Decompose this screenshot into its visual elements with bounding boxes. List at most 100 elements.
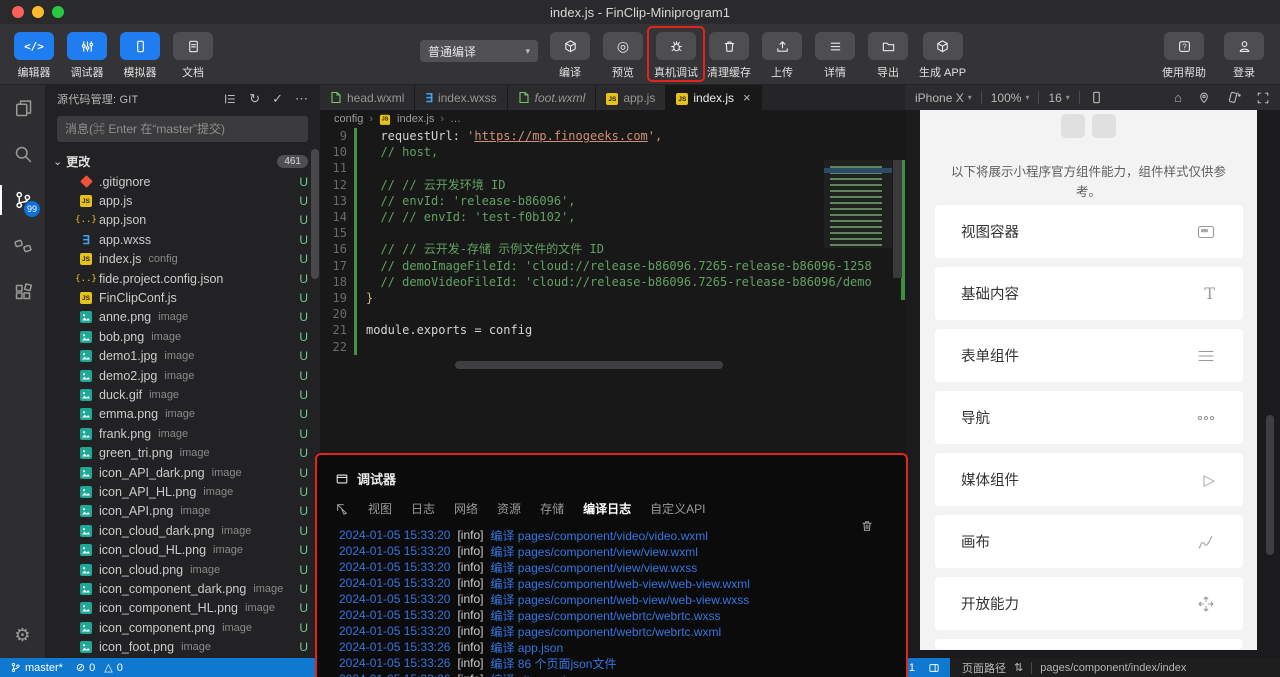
page-path-value[interactable]: pages/component/index/index — [1040, 662, 1186, 674]
toolbar-button-editor[interactable]: </> 编辑器 — [12, 32, 56, 80]
scm-file-row[interactable]: demo2.jpg image U — [45, 366, 320, 385]
commit-check-icon[interactable]: ✓ — [272, 91, 283, 107]
commit-message-input[interactable]: 消息(⌘ Enter 在“master”提交) — [57, 116, 308, 142]
activity-item-source-control[interactable]: 99 — [0, 177, 45, 223]
minimap[interactable] — [824, 160, 892, 248]
toolbar-button-build-app[interactable]: 生成 APP — [919, 32, 966, 80]
debugger-tab-存储[interactable]: 存储 — [540, 500, 564, 517]
scm-file-row[interactable]: frank.png image U — [45, 424, 320, 443]
rotate-device-icon[interactable] — [1226, 90, 1241, 105]
component-card-开放能力[interactable]: 开放能力 — [935, 577, 1243, 630]
scm-file-row[interactable]: icon_cloud_dark.png image U — [45, 521, 320, 540]
log-link[interactable]: 编译 pages/component/web-view/web-view.wxs… — [490, 591, 749, 608]
close-window-button[interactable] — [12, 6, 24, 18]
component-card-视图容器[interactable]: 视图容器 — [935, 205, 1243, 258]
log-link[interactable]: 编译 sitemap.json — [490, 671, 585, 677]
scm-file-row[interactable]: icon_component_HL.png image U — [45, 599, 320, 618]
scm-file-row[interactable]: JS FinClipConf.js U — [45, 288, 320, 307]
component-card-partial[interactable] — [935, 639, 1243, 649]
editor-tab-index.js[interactable]: JS index.js × — [666, 85, 762, 110]
problems-status[interactable]: ⊘ 0 △ 0 — [76, 661, 123, 675]
scm-file-row[interactable]: icon_API_dark.png image U — [45, 463, 320, 482]
scm-file-row[interactable]: JS app.js U — [45, 191, 320, 210]
toolbar-button-docs[interactable]: 文档 — [171, 32, 215, 80]
component-card-基础内容[interactable]: 基础内容 T — [935, 267, 1243, 320]
clear-logs-icon[interactable] — [860, 519, 874, 533]
scm-file-row[interactable]: bob.png image U — [45, 327, 320, 346]
component-card-画布[interactable]: 画布 — [935, 515, 1243, 568]
scm-file-row[interactable]: {..} fide.project.config.json U — [45, 269, 320, 288]
toolbar-button-compile[interactable]: 编译 — [548, 32, 592, 80]
maximize-window-button[interactable] — [52, 6, 64, 18]
scm-file-row[interactable]: demo1.jpg image U — [45, 347, 320, 366]
compile-mode-dropdown[interactable]: 普通编译 ▾ — [420, 40, 538, 62]
scan-icon[interactable] — [1256, 91, 1270, 105]
breadcrumb-item[interactable]: config — [334, 113, 363, 125]
scm-file-row[interactable]: anne.png image U — [45, 308, 320, 327]
editor-tab-head.wxml[interactable]: head.wxml — [320, 85, 416, 110]
scm-file-row[interactable]: icon_component.png image U — [45, 618, 320, 637]
scm-file-row[interactable]: ∃ app.wxss U — [45, 230, 320, 249]
scm-file-row[interactable]: icon_cloud_HL.png image U — [45, 540, 320, 559]
device-selector[interactable]: iPhone X ▾ — [915, 91, 972, 105]
scm-file-row[interactable]: emma.png image U — [45, 405, 320, 424]
editor-tab-foot.wxml[interactable]: foot.wxml — [507, 85, 597, 110]
toolbar-button-preview[interactable]: ◎ 预览 — [601, 32, 645, 80]
scm-file-row[interactable]: .gitignore U — [45, 172, 320, 191]
scm-file-row[interactable]: icon_component_dark.png image U — [45, 579, 320, 598]
changes-section-header[interactable]: ⌄ 更改 461 — [45, 150, 320, 172]
component-card-导航[interactable]: 导航 — [935, 391, 1243, 444]
editor-horizontal-scrollbar[interactable] — [455, 361, 723, 369]
minimize-window-button[interactable] — [32, 6, 44, 18]
toolbar-button-export[interactable]: 导出 — [866, 32, 910, 80]
scm-file-row[interactable]: icon_API.png image U — [45, 502, 320, 521]
device-frame-icon[interactable] — [1089, 90, 1104, 105]
settings-gear-icon[interactable]: ⚙ — [0, 625, 45, 646]
debugger-tab-日志[interactable]: 日志 — [411, 500, 435, 517]
breadcrumb-item[interactable]: index.js — [397, 113, 434, 125]
toolbar-button-simulator[interactable]: 模拟器 — [118, 32, 162, 80]
editor-tab-app.js[interactable]: JS app.js — [596, 85, 667, 110]
scm-file-row[interactable]: green_tri.png image U — [45, 443, 320, 462]
toolbar-button-details[interactable]: 详情 — [813, 32, 857, 80]
log-link[interactable]: 编译 86 个页面json文件 — [490, 655, 616, 672]
activity-item-plugin[interactable] — [0, 223, 45, 269]
simulator-scrollbar[interactable] — [1266, 415, 1274, 555]
debugger-tab-自定义API[interactable]: 自定义API — [650, 500, 705, 517]
log-link[interactable]: 编译 pages/component/view/view.wxml — [490, 543, 697, 560]
log-link[interactable]: 编译 pages/component/webrtc/webrtc.wxss — [490, 607, 720, 624]
home-icon[interactable]: ⌂ — [1174, 90, 1182, 105]
git-branch-status[interactable]: master* — [10, 662, 63, 674]
editor-tab-index.wxss[interactable]: ∃ index.wxss — [415, 85, 508, 110]
inspect-cursor-icon[interactable] — [335, 502, 349, 516]
scm-scrollbar[interactable] — [311, 149, 319, 279]
debugger-tab-视图[interactable]: 视图 — [368, 500, 392, 517]
close-icon[interactable]: × — [743, 90, 751, 105]
scm-file-row[interactable]: icon_API_HL.png image U — [45, 482, 320, 501]
refresh-icon[interactable]: ↻ — [249, 91, 260, 107]
scm-file-row[interactable]: icon_cloud.png image U — [45, 560, 320, 579]
scm-file-row[interactable]: duck.gif image U — [45, 385, 320, 404]
zoom-selector[interactable]: 100% ▾ — [991, 91, 1030, 105]
breadcrumb-item[interactable]: … — [450, 113, 461, 125]
log-link[interactable]: 编译 pages/component/video/video.wxml — [490, 527, 707, 544]
debugger-tab-编译日志[interactable]: 编译日志 — [583, 500, 631, 517]
toolbar-button-upload[interactable]: 上传 — [760, 32, 804, 80]
location-pin-icon[interactable] — [1197, 91, 1211, 105]
toolbar-button-remote-debug[interactable]: 真机调试 — [654, 32, 698, 80]
editor-vertical-scrollbar[interactable] — [893, 156, 905, 363]
more-actions-icon[interactable]: ⋯ — [295, 91, 308, 107]
component-card-表单组件[interactable]: 表单组件 — [935, 329, 1243, 382]
view-as-tree-icon[interactable] — [223, 92, 237, 106]
debugger-tab-网络[interactable]: 网络 — [454, 500, 478, 517]
log-link[interactable]: 编译 app.json — [490, 639, 563, 656]
debugger-tab-资源[interactable]: 资源 — [497, 500, 521, 517]
activity-item-explorer[interactable] — [0, 85, 45, 131]
toolbar-button-clear-cache[interactable]: 清理缓存 — [707, 32, 751, 80]
activity-item-extensions[interactable] — [0, 269, 45, 315]
component-card-媒体组件[interactable]: 媒体组件 ▷ — [935, 453, 1243, 506]
log-link[interactable]: 编译 pages/component/webrtc/webrtc.wxml — [490, 623, 721, 640]
scm-file-row[interactable]: {..} app.json U — [45, 211, 320, 230]
toolbar-button-help[interactable]: ? 使用帮助 — [1162, 32, 1206, 80]
log-link[interactable]: 编译 pages/component/view/view.wxss — [490, 559, 697, 576]
